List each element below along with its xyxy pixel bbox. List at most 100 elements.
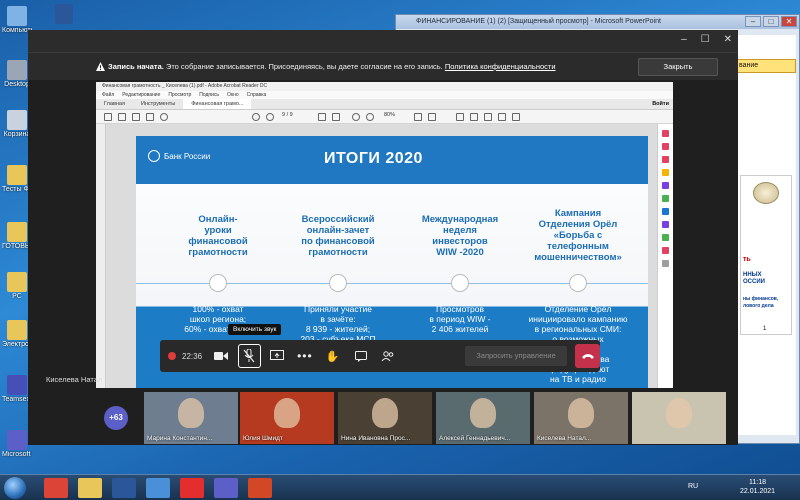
warning-icon — [96, 62, 105, 71]
teams-title-bar[interactable]: – ☐ ✕ — [28, 30, 738, 52]
slide-number: 1 — [763, 326, 767, 332]
teams-icon[interactable] — [214, 478, 238, 498]
column-heading: Всероссийский онлайн-зачет по финансовой… — [301, 214, 375, 258]
participant-tile[interactable]: Нина Ивановна Прос... — [338, 392, 432, 444]
organize-icon — [662, 195, 669, 202]
column-body: Приняли участие в зачёте: 8 939 - жителе… — [300, 304, 376, 344]
recording-banner-text: Это собрание записывается. Присоединяясь… — [165, 62, 443, 71]
share-screen-button[interactable] — [266, 344, 289, 368]
acrobat-menu-item: Справка — [246, 92, 267, 98]
recording-dot-icon — [168, 352, 176, 360]
page-up-icon — [252, 113, 260, 121]
minimize-icon[interactable]: – — [745, 16, 761, 27]
desktop-shortcut-icon — [7, 110, 27, 130]
word-icon[interactable] — [55, 4, 73, 24]
powerpoint-icon[interactable] — [248, 478, 272, 498]
protect-icon — [662, 208, 669, 215]
presentation-slide: Банк России ИТОГИ 2020 Онлайн- уроки фин… — [136, 136, 648, 420]
comment-icon — [456, 113, 464, 121]
yandex-icon[interactable] — [180, 478, 204, 498]
acrobat-tools-panel — [657, 124, 673, 420]
combine-icon — [662, 182, 669, 189]
privacy-policy-link[interactable]: Политика конфиденциальности — [445, 62, 556, 71]
zoom-level: 80% — [384, 112, 396, 118]
acrobat-menu-item: Файл — [102, 92, 115, 98]
participant-tile[interactable]: Алексей Геннадьевич... — [436, 392, 530, 444]
zoom-in-icon — [366, 113, 374, 121]
participant-video — [470, 398, 496, 428]
unmute-button[interactable] — [237, 344, 261, 368]
timeline-node — [451, 274, 469, 292]
page-down-icon — [266, 113, 274, 121]
share-screen-icon — [270, 350, 285, 360]
request-control-button[interactable]: Запросить управление — [464, 346, 568, 366]
unmute-tooltip: Включить звук — [228, 324, 282, 335]
email-icon — [146, 113, 154, 121]
scroll-mode-icon — [428, 113, 436, 121]
start-button[interactable] — [4, 477, 26, 499]
acrobat-document-area: Банк России ИТОГИ 2020 Онлайн- уроки фин… — [96, 124, 673, 420]
camera-icon — [214, 352, 229, 360]
more-tools-icon — [662, 260, 669, 267]
participants-button[interactable] — [377, 344, 400, 368]
participant-tile[interactable]: Марина Константин... — [144, 392, 238, 444]
maximize-icon[interactable]: □ — [763, 16, 779, 27]
fill-sign-icon — [662, 221, 669, 228]
raise-hand-button[interactable]: ✋ — [321, 344, 344, 368]
column-body: Просмотров в период WIW - 2 406 жителей — [429, 304, 491, 334]
participants-icon — [381, 350, 394, 361]
clock[interactable]: 11:18 22.01.2021 — [740, 478, 775, 496]
participant-video — [666, 398, 692, 428]
presenter-name: Киселева Натал — [46, 375, 103, 384]
chat-icon — [354, 350, 367, 362]
participant-tile[interactable]: Киселева Натал... — [534, 392, 628, 444]
powerpoint-window-title: ФИНАНСИРОВАНИЕ (1) (2) [Защищенный просм… — [416, 18, 661, 25]
bank-emblem-icon — [148, 150, 160, 162]
desktop-shortcut-icon — [7, 375, 27, 395]
maximize-icon[interactable]: ☐ — [701, 34, 710, 45]
participant-tile[interactable] — [632, 392, 726, 444]
zoom-out-icon — [352, 113, 360, 121]
search-icon — [160, 113, 168, 121]
meeting-timer: 22:36 — [182, 351, 203, 361]
close-banner-button[interactable]: Закрыть — [638, 58, 718, 76]
upload-icon — [118, 113, 126, 121]
camera-button[interactable] — [210, 344, 233, 368]
acrobat-menu-bar: Файл Редактирование Просмотр Подпись Окно Спр… — [96, 91, 673, 99]
slide-blue-text: ННЫХ ОССИИ — [743, 272, 765, 285]
protected-view-banner[interactable]: вание — [736, 59, 796, 73]
word-icon[interactable] — [112, 478, 136, 498]
more-participants-button[interactable]: +63 — [104, 406, 128, 430]
minimize-icon[interactable]: – — [681, 34, 687, 45]
participant-video — [178, 398, 204, 428]
desktop-shortcut-icon — [7, 320, 27, 340]
participant-name: Нина Ивановна Прос... — [341, 435, 411, 442]
draw-icon — [484, 113, 492, 121]
tab-document: Финансовая грамо... — [183, 99, 252, 109]
chat-button[interactable] — [349, 344, 372, 368]
explorer-icon[interactable] — [78, 478, 102, 498]
create-pdf-icon — [662, 143, 669, 150]
recording-timer: 22:36 — [168, 352, 202, 361]
participant-name: Алексей Геннадьевич... — [439, 435, 511, 442]
edit-pdf-icon — [662, 156, 669, 163]
share-icon — [512, 113, 520, 121]
media-icon[interactable] — [146, 478, 170, 498]
desktop-shortcut-icon — [7, 430, 27, 450]
hang-up-button[interactable] — [575, 344, 600, 368]
slide-thumbnail[interactable]: ть ННЫХ ОССИИ ны финансов, лового дела 1 — [740, 175, 792, 335]
chrome-icon[interactable] — [44, 478, 68, 498]
close-icon[interactable]: ✕ — [781, 16, 797, 27]
powerpoint-title-bar[interactable]: ФИНАНСИРОВАНИЕ (1) (2) [Защищенный просм… — [396, 15, 799, 29]
language-indicator[interactable]: RU — [688, 483, 698, 490]
sign-icon — [498, 113, 506, 121]
recording-banner: Запись начата. Это собрание записывается… — [28, 52, 738, 80]
more-actions-button[interactable]: ••• — [294, 344, 317, 368]
participant-tile[interactable]: Юлия Шмидт — [240, 392, 334, 444]
teams-meeting-window[interactable]: – ☐ ✕ Запись начата. Это собрание записы… — [28, 30, 738, 445]
slide-title: ИТОГИ 2020 — [324, 150, 423, 167]
acrobat-toolbar: 9 / 9 80% — [96, 110, 673, 124]
mic-off-icon — [243, 349, 255, 363]
close-icon[interactable]: ✕ — [724, 34, 732, 45]
redact-icon — [662, 247, 669, 254]
